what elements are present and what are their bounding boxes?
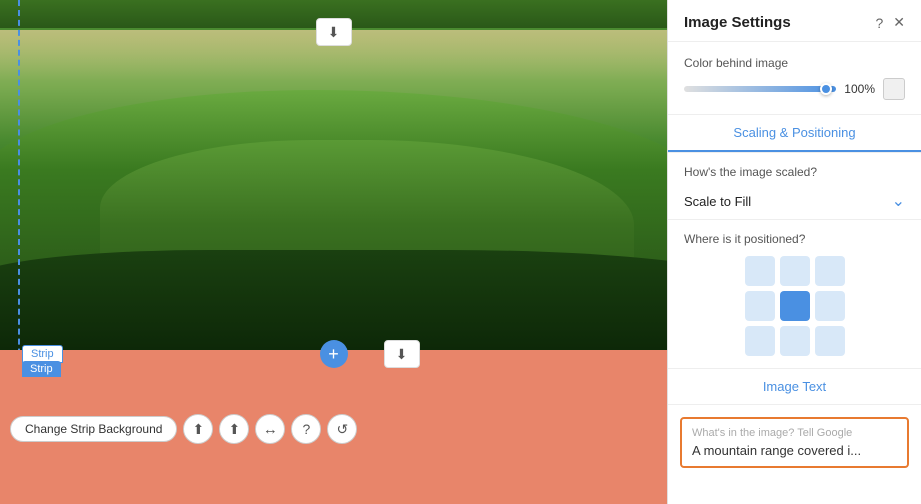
mountain-background	[0, 0, 667, 350]
position-cell-bl[interactable]	[745, 326, 775, 356]
position-cell-br[interactable]	[815, 326, 845, 356]
help-icon-button[interactable]: ?	[291, 414, 321, 444]
percent-label: 100%	[844, 82, 875, 96]
position-cell-mr[interactable]	[815, 291, 845, 321]
top-download-button[interactable]: ⬇	[316, 18, 352, 46]
scale-label: How's the image scaled?	[668, 153, 921, 183]
plus-icon: +	[328, 344, 339, 365]
canvas-area: ⬇ Strip Strip + ⬇ Change Strip Backgroun…	[0, 0, 667, 504]
slider-thumb	[820, 83, 832, 95]
undo-icon-button[interactable]: ↺	[327, 414, 357, 444]
color-slider[interactable]	[684, 86, 836, 92]
mountain-layer-3	[0, 250, 667, 350]
undo-icon: ↺	[337, 421, 349, 438]
strip-blue-label[interactable]: Strip	[22, 361, 61, 377]
color-row: 100%	[684, 78, 905, 100]
swap-icon-button[interactable]: ↔	[255, 414, 285, 444]
color-swatch[interactable]	[883, 78, 905, 100]
close-icon: ✕	[893, 14, 905, 31]
scale-value: Scale to Fill	[684, 194, 751, 209]
download-icon: ⬇	[328, 24, 340, 41]
position-cell-tr[interactable]	[815, 256, 845, 286]
panel-header-icons: ? ✕	[875, 14, 905, 31]
right-panel: Image Settings ? ✕ Color behind image 10…	[667, 0, 921, 504]
swap-icon: ↔	[263, 421, 278, 438]
add-section-button[interactable]: +	[320, 340, 348, 368]
color-label: Color behind image	[684, 56, 905, 70]
question-icon: ?	[875, 15, 883, 31]
panel-close-button[interactable]: ✕	[893, 14, 905, 31]
position-label: Where is it positioned?	[684, 232, 905, 246]
copy-icon-button[interactable]: ⬆	[219, 414, 249, 444]
position-cell-bc[interactable]	[780, 326, 810, 356]
tab-row: Scaling & Positioning	[668, 115, 921, 153]
panel-help-button[interactable]: ?	[875, 15, 883, 31]
scale-dropdown[interactable]: Scale to Fill ⌄	[668, 183, 921, 220]
position-grid	[684, 256, 905, 356]
panel-body: Color behind image 100% Scaling & Positi…	[668, 42, 921, 468]
image-text-hint: What's in the image? Tell Google	[682, 419, 907, 441]
position-cell-tc[interactable]	[780, 256, 810, 286]
image-text-tab-row: Image Text	[668, 369, 921, 405]
tab-scaling[interactable]: Scaling & Positioning	[668, 115, 921, 152]
position-section: Where is it positioned?	[668, 220, 921, 369]
bottom-download-button[interactable]: ⬇	[384, 340, 420, 368]
position-cell-mc[interactable]	[780, 291, 810, 321]
download-icon-2: ⬇	[396, 346, 408, 363]
panel-header: Image Settings ? ✕	[668, 0, 921, 42]
position-cell-tl[interactable]	[745, 256, 775, 286]
position-cell-ml[interactable]	[745, 291, 775, 321]
layers-icon-button[interactable]: ⬆	[183, 414, 213, 444]
chevron-down-icon: ⌄	[892, 191, 905, 211]
image-text-value[interactable]: A mountain range covered i...	[682, 441, 907, 466]
image-text-section[interactable]: What's in the image? Tell Google A mount…	[680, 417, 909, 468]
layers-icon: ⬆	[193, 421, 205, 438]
copy-icon: ⬆	[229, 421, 241, 438]
tab-image-text[interactable]: Image Text	[668, 369, 921, 404]
panel-title: Image Settings	[684, 14, 791, 31]
help-icon: ?	[303, 421, 311, 437]
change-bg-button[interactable]: Change Strip Background	[10, 416, 177, 442]
bottom-toolbar: Change Strip Background ⬆ ⬆ ↔ ? ↺	[10, 414, 357, 444]
color-section: Color behind image 100%	[668, 42, 921, 115]
